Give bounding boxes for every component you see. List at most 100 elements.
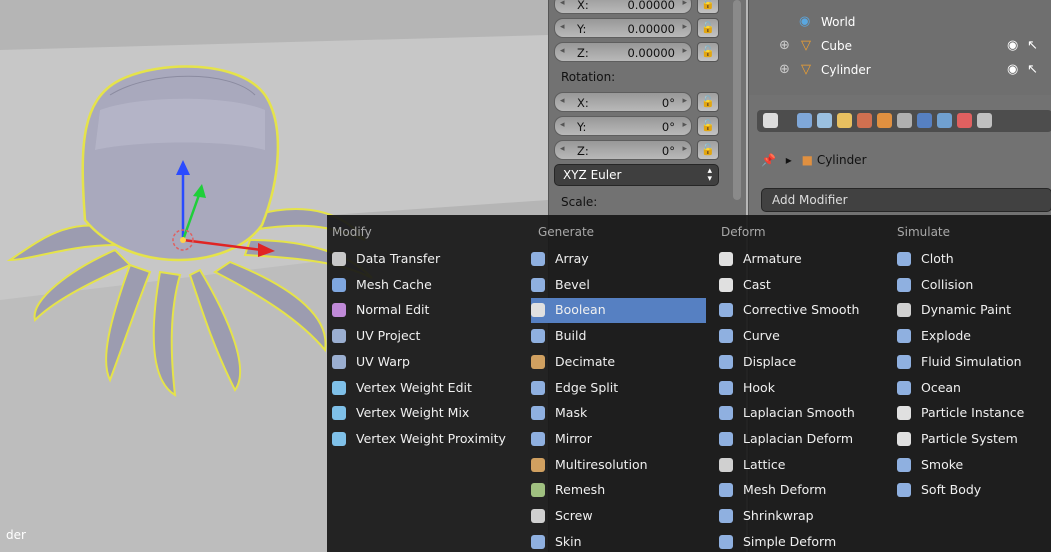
material-tab-icon[interactable] bbox=[857, 113, 872, 128]
location-z-field[interactable]: ◂ Z: 0.00000 ▸ bbox=[554, 42, 692, 62]
menu-item-laplacian-deform[interactable]: Laplacian Deform bbox=[719, 427, 889, 452]
increment-icon[interactable]: ▸ bbox=[682, 22, 687, 32]
increment-icon[interactable]: ▸ bbox=[682, 96, 687, 106]
render-tab-icon[interactable] bbox=[763, 113, 778, 128]
menu-item-armature[interactable]: Armature bbox=[719, 247, 889, 272]
menu-item-fluid-simulation[interactable]: Fluid Simulation bbox=[897, 350, 1047, 375]
location-x-field[interactable]: ◂ X: 0.00000 ▸ bbox=[554, 0, 692, 14]
menu-item-particle-instance[interactable]: Particle Instance bbox=[897, 401, 1047, 426]
menu-item-simple-deform[interactable]: Simple Deform bbox=[719, 530, 889, 552]
menu-item-array[interactable]: Array bbox=[531, 247, 706, 272]
menu-item-edge-split[interactable]: Edge Split bbox=[531, 376, 706, 401]
menu-item-uv-warp[interactable]: UV Warp bbox=[332, 350, 522, 375]
menu-item-label: Decimate bbox=[555, 353, 616, 369]
lock-icon[interactable]: 🔓 bbox=[697, 116, 719, 136]
outliner-item-cylinder[interactable]: ⊕ ▽ Cylinder ◉ ↖ bbox=[749, 60, 1051, 82]
visibility-eye-icon[interactable]: ◉ bbox=[1007, 62, 1018, 77]
increment-icon[interactable]: ▸ bbox=[682, 144, 687, 154]
world-icon: ◉ bbox=[799, 14, 811, 29]
menu-item-vertex-weight-edit[interactable]: Vertex Weight Edit bbox=[332, 376, 522, 401]
lock-icon[interactable]: 🔓 bbox=[697, 18, 719, 38]
increment-icon[interactable]: ▸ bbox=[682, 120, 687, 130]
menu-item-explode[interactable]: Explode bbox=[897, 324, 1047, 349]
menu-item-mask[interactable]: Mask bbox=[531, 401, 706, 426]
lock-icon[interactable]: 🔓 bbox=[697, 0, 719, 14]
menu-item-cloth[interactable]: Cloth bbox=[897, 247, 1047, 272]
modifiers-tab-icon[interactable] bbox=[917, 113, 932, 128]
menu-item-build[interactable]: Build bbox=[531, 324, 706, 349]
menu-item-corrective-smooth[interactable]: Corrective Smooth bbox=[719, 298, 889, 323]
menu-item-label: Cloth bbox=[921, 251, 954, 266]
menu-item-displace[interactable]: Displace bbox=[719, 350, 889, 375]
panel-scrollbar[interactable] bbox=[733, 0, 741, 200]
texture-tab-icon[interactable] bbox=[957, 113, 972, 128]
menu-item-mesh-cache[interactable]: Mesh Cache bbox=[332, 273, 522, 298]
menu-item-multiresolution[interactable]: Multiresolution bbox=[531, 453, 706, 478]
menu-column-header-generate: Generate bbox=[538, 225, 595, 239]
menu-item-dynamic-paint[interactable]: Dynamic Paint bbox=[897, 298, 1047, 323]
menu-item-smoke[interactable]: Smoke bbox=[897, 453, 1047, 478]
menu-item-vertex-weight-mix[interactable]: Vertex Weight Mix bbox=[332, 401, 522, 426]
select-cursor-icon[interactable]: ↖ bbox=[1027, 38, 1038, 53]
menu-item-screw[interactable]: Screw bbox=[531, 504, 706, 529]
menu-item-uv-project[interactable]: UV Project bbox=[332, 324, 522, 349]
menu-column-header-modify: Modify bbox=[332, 225, 372, 239]
decrement-icon[interactable]: ◂ bbox=[560, 46, 565, 56]
decrement-icon[interactable]: ◂ bbox=[560, 120, 565, 130]
particles-tab-icon[interactable] bbox=[977, 113, 992, 128]
lock-icon[interactable]: 🔓 bbox=[697, 140, 719, 160]
decrement-icon[interactable]: ◂ bbox=[560, 96, 565, 106]
lock-icon[interactable]: 🔓 bbox=[697, 92, 719, 112]
menu-item-ocean[interactable]: Ocean bbox=[897, 376, 1047, 401]
rotation-mode-select[interactable]: XYZ Euler ▴ ▾ bbox=[554, 164, 719, 186]
menu-item-laplacian-smooth[interactable]: Laplacian Smooth bbox=[719, 401, 889, 426]
decrement-icon[interactable]: ◂ bbox=[560, 144, 565, 154]
data-tab-icon[interactable] bbox=[877, 113, 892, 128]
particle-icon bbox=[897, 431, 911, 446]
menu-item-boolean[interactable]: Boolean bbox=[531, 298, 706, 324]
menu-item-shrinkwrap[interactable]: Shrinkwrap bbox=[719, 504, 889, 529]
menu-item-label: Mesh Cache bbox=[356, 276, 432, 292]
menu-item-mesh-deform[interactable]: Mesh Deform bbox=[719, 478, 889, 503]
menu-item-skin[interactable]: Skin bbox=[531, 530, 706, 552]
menu-item-decimate[interactable]: Decimate bbox=[531, 350, 706, 375]
menu-item-mirror[interactable]: Mirror bbox=[531, 427, 706, 452]
constraints-tab-icon[interactable] bbox=[897, 113, 912, 128]
decrement-icon[interactable]: ◂ bbox=[560, 22, 565, 32]
build-icon bbox=[531, 329, 545, 344]
object-tab-icon[interactable] bbox=[837, 113, 852, 128]
menu-column-header-deform: Deform bbox=[721, 225, 766, 239]
menu-item-lattice[interactable]: Lattice bbox=[719, 453, 889, 478]
expand-icon[interactable]: ⊕ bbox=[779, 62, 790, 77]
pin-icon[interactable]: 📌 bbox=[761, 153, 776, 167]
menu-item-vertex-weight-proximity[interactable]: Vertex Weight Proximity bbox=[332, 427, 522, 452]
outliner-item-world[interactable]: ◉ World bbox=[749, 12, 1051, 34]
increment-icon[interactable]: ▸ bbox=[682, 46, 687, 56]
expand-icon[interactable]: ⊕ bbox=[779, 38, 790, 53]
menu-item-normal-edit[interactable]: Normal Edit bbox=[332, 298, 522, 323]
menu-item-curve[interactable]: Curve bbox=[719, 324, 889, 349]
lock-icon[interactable]: 🔓 bbox=[697, 42, 719, 62]
menu-item-soft-body[interactable]: Soft Body bbox=[897, 478, 1047, 503]
menu-item-hook[interactable]: Hook bbox=[719, 376, 889, 401]
menu-item-data-transfer[interactable]: Data Transfer bbox=[332, 247, 522, 272]
shrinkwrap-icon bbox=[719, 509, 733, 523]
outliner-item-cube[interactable]: ⊕ ▽ Cube ◉ ↖ bbox=[749, 36, 1051, 58]
select-cursor-icon[interactable]: ↖ bbox=[1027, 62, 1038, 77]
menu-item-cast[interactable]: Cast bbox=[719, 273, 889, 298]
world-tab-icon[interactable] bbox=[817, 113, 832, 128]
rotation-x-field[interactable]: ◂ X: 0° ▸ bbox=[554, 92, 692, 112]
menu-item-label: Particle Instance bbox=[921, 405, 1025, 421]
rotation-z-field[interactable]: ◂ Z: 0° ▸ bbox=[554, 140, 692, 160]
menu-item-collision[interactable]: Collision bbox=[897, 273, 1047, 298]
normal-edit-icon bbox=[332, 303, 346, 318]
visibility-eye-icon[interactable]: ◉ bbox=[1007, 38, 1018, 53]
location-y-field[interactable]: ◂ Y: 0.00000 ▸ bbox=[554, 18, 692, 38]
menu-item-remesh[interactable]: Remesh bbox=[531, 478, 706, 503]
mesh-tab-icon[interactable] bbox=[937, 113, 952, 128]
menu-item-particle-system[interactable]: Particle System bbox=[897, 427, 1047, 452]
scene-tab-icon[interactable] bbox=[797, 113, 812, 128]
rotation-y-field[interactable]: ◂ Y: 0° ▸ bbox=[554, 116, 692, 136]
add-modifier-button[interactable]: Add Modifier bbox=[761, 188, 1051, 212]
menu-item-bevel[interactable]: Bevel bbox=[531, 273, 706, 298]
